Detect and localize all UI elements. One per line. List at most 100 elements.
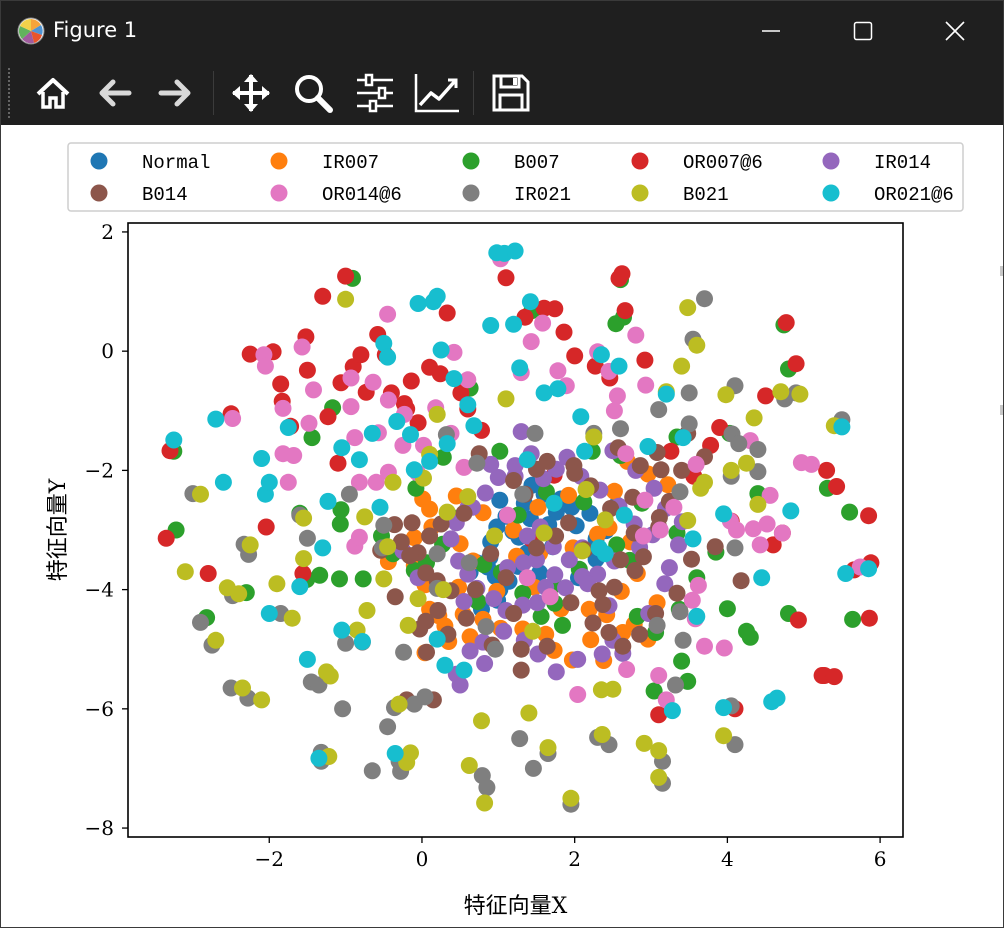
legend-label: B021	[683, 184, 729, 206]
data-point	[511, 359, 529, 377]
data-point	[466, 581, 484, 599]
data-point	[696, 637, 713, 655]
data-point	[521, 293, 539, 311]
save-button[interactable]	[487, 69, 535, 117]
data-point	[224, 410, 242, 427]
axes-button[interactable]	[413, 69, 461, 117]
data-point	[305, 381, 322, 399]
data-point	[650, 768, 668, 786]
data-point	[486, 640, 504, 658]
data-point	[738, 454, 755, 472]
data-point	[860, 609, 878, 627]
legend-marker	[462, 184, 480, 202]
data-point	[465, 417, 483, 435]
data-point	[405, 461, 423, 479]
data-point	[295, 509, 313, 527]
data-point	[584, 614, 602, 632]
data-point	[828, 478, 846, 495]
data-point	[593, 645, 611, 663]
back-button[interactable]	[91, 69, 139, 117]
data-point	[660, 559, 678, 577]
subplots-button[interactable]	[351, 69, 399, 117]
data-point	[438, 503, 456, 521]
data-point	[715, 505, 733, 523]
data-point	[768, 689, 786, 707]
legend-label: OR021@6	[874, 184, 954, 206]
home-button[interactable]	[29, 69, 77, 117]
close-button[interactable]	[909, 1, 1001, 61]
data-point	[367, 473, 385, 491]
data-point	[192, 613, 209, 631]
legend-marker	[90, 184, 108, 202]
data-point	[688, 607, 706, 625]
legend-label: IR007	[322, 152, 379, 174]
data-point	[207, 631, 225, 649]
data-point	[485, 590, 503, 608]
y-tick-label: −2	[85, 458, 114, 482]
data-point	[696, 473, 713, 491]
data-point	[506, 242, 524, 260]
data-point	[569, 686, 587, 703]
navigation-toolbar	[1, 61, 1003, 125]
y-tick-label: 2	[101, 220, 114, 244]
data-point	[745, 409, 763, 427]
data-point	[631, 625, 649, 643]
data-point	[214, 473, 232, 491]
data-point	[635, 734, 653, 752]
data-point	[207, 410, 225, 428]
data-point	[342, 369, 360, 387]
data-point	[577, 481, 595, 498]
data-point	[274, 399, 292, 417]
data-point	[342, 398, 360, 416]
data-point	[792, 454, 810, 472]
data-point	[648, 616, 666, 634]
data-point	[291, 578, 309, 596]
data-point	[529, 498, 547, 516]
data-point	[520, 704, 538, 722]
forward-button[interactable]	[151, 69, 199, 117]
data-point	[371, 498, 389, 516]
data-point	[650, 742, 668, 760]
pan-button[interactable]	[227, 69, 275, 117]
data-point	[545, 494, 563, 512]
data-point	[566, 347, 584, 365]
data-point	[818, 461, 836, 479]
data-point	[538, 637, 556, 655]
data-point	[298, 650, 316, 668]
data-point	[514, 485, 532, 503]
data-point	[468, 454, 486, 472]
legend-label: IR021	[514, 184, 571, 206]
figure-canvas[interactable]: −2 0 2 4 6 2 0 −2 −4 −6 −8 特征向量X 特征向量Y Normal IR007 B00…	[1, 125, 1003, 927]
data-point	[706, 538, 724, 556]
data-point	[379, 348, 397, 366]
data-point	[524, 759, 542, 777]
arrow-left-icon	[99, 79, 132, 107]
data-point	[541, 588, 559, 606]
data-point	[749, 441, 767, 458]
data-point	[631, 457, 649, 475]
data-point	[637, 376, 655, 394]
data-point	[715, 699, 733, 717]
data-point	[157, 529, 175, 547]
data-point	[409, 295, 427, 312]
data-point	[535, 524, 553, 542]
data-point	[476, 794, 494, 812]
data-point	[298, 529, 316, 547]
magnifier-icon	[295, 75, 333, 113]
data-point	[616, 302, 634, 320]
toolbar-grip[interactable]	[7, 67, 11, 119]
data-point	[334, 700, 352, 718]
data-point	[562, 594, 580, 612]
minimize-button[interactable]	[725, 1, 817, 61]
data-point	[673, 357, 691, 375]
data-point	[272, 375, 290, 393]
data-point	[837, 565, 855, 582]
maximize-button[interactable]	[817, 1, 909, 61]
data-point	[409, 590, 427, 608]
data-point	[379, 305, 397, 323]
legend-marker	[631, 152, 649, 170]
zoom-button[interactable]	[289, 69, 337, 117]
data-point	[668, 584, 686, 602]
data-point	[680, 384, 698, 402]
floppy-disk-icon	[492, 74, 530, 112]
